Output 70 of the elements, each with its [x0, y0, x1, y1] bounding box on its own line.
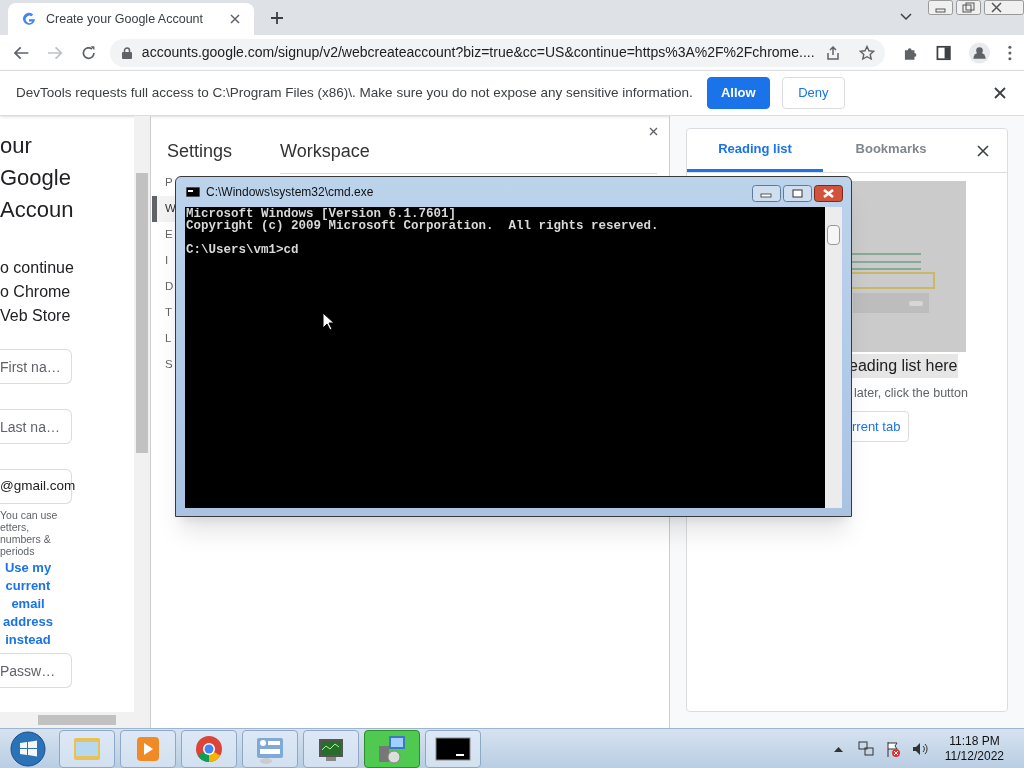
panel-tab[interactable]: Bookmarks: [823, 129, 959, 172]
lock-icon: [121, 46, 132, 59]
reload-icon[interactable]: [80, 44, 96, 61]
nav-item[interactable]: P: [152, 170, 173, 196]
maximize-icon[interactable]: [783, 185, 812, 202]
link[interactable]: Use my current email address instead: [0, 559, 56, 649]
allow-button[interactable]: Allow: [706, 77, 770, 109]
close-icon[interactable]: [230, 14, 240, 24]
heading-text: our: [0, 132, 33, 160]
nav-item[interactable]: W: [152, 196, 176, 222]
chevron-up-icon[interactable]: [833, 745, 843, 752]
tab-title: Create your Google Account: [46, 10, 205, 28]
console-icon: [186, 187, 200, 197]
scrollbar-thumb[interactable]: [827, 225, 840, 245]
google-g-icon: [22, 12, 36, 26]
empty-text: later, click the button: [854, 385, 968, 402]
panel-tab[interactable]: Reading list: [687, 129, 823, 172]
nav-item[interactable]: T: [152, 300, 173, 326]
nav-item[interactable]: D: [152, 274, 174, 300]
terminal-line: Copyright (c) 2009 Microsoft Corporation. All rights reserved.: [186, 220, 660, 232]
flag-icon[interactable]: [884, 740, 901, 757]
star-icon[interactable]: [858, 44, 875, 61]
url-text: accounts.google.com/signup/v2/webcreateaccount?biz=true&cc=US&continue=https%3A%2F%2Fchrome....: [141, 43, 815, 62]
input-field[interactable]: Last na…: [0, 409, 72, 444]
share-icon[interactable]: [824, 44, 841, 61]
close-icon[interactable]: [994, 87, 1006, 99]
subtitle-text: Veb Store: [0, 306, 72, 326]
nav-item[interactable]: I: [152, 248, 169, 274]
nav-item[interactable]: E: [152, 222, 173, 248]
terminal-line: Microsoft Windows [Version 6.1.7601]: [186, 208, 457, 220]
infobar-message: DevTools requests full access to C:\Program Files (x86)\. Make sure you do not expose any sensitive information.: [16, 83, 693, 102]
address-bar[interactable]: accounts.google.com/signup/v2/webcreateaccount?biz=true&cc=US&continue=https%3A%2F%2Fchrome....: [109, 38, 885, 67]
minimize-icon[interactable]: [752, 185, 781, 202]
back-arrow-icon[interactable]: [14, 45, 30, 60]
taskbar-app-button[interactable]: [303, 729, 359, 768]
close-icon[interactable]: [814, 185, 843, 202]
new-tab-icon[interactable]: [270, 11, 284, 25]
close-icon[interactable]: [649, 127, 658, 136]
input-field[interactable]: Passw…: [0, 653, 72, 688]
section-title: Workspace: [280, 140, 370, 163]
browser-tab[interactable]: Create your Google Account: [8, 3, 254, 35]
heading-text: Accoun: [0, 196, 75, 224]
empty-title: eading list here: [849, 354, 958, 378]
scrollbar-thumb[interactable]: [38, 715, 116, 725]
nav-item[interactable]: S: [152, 352, 173, 378]
network-icon[interactable]: [857, 740, 874, 757]
window-title: C:\Windows\system32\cmd.exe: [206, 184, 375, 201]
deny-button[interactable]: Deny: [781, 77, 845, 109]
taskbar-app-button[interactable]: [425, 729, 481, 768]
profile-icon[interactable]: [969, 41, 991, 64]
start-orb-icon[interactable]: [8, 729, 48, 768]
side-panel-icon[interactable]: [935, 44, 952, 61]
heading-text: Google: [0, 164, 72, 192]
clock-date: 11/12/2022: [944, 748, 1004, 764]
scrollbar-thumb[interactable]: [136, 173, 148, 453]
menu-icon[interactable]: [1008, 44, 1012, 61]
restore-icon[interactable]: [956, 0, 981, 15]
subtitle-text: o Chrome: [0, 282, 72, 302]
close-icon[interactable]: [984, 0, 1024, 15]
cursor-icon: [322, 312, 334, 331]
nav-item[interactable]: L: [152, 326, 172, 352]
clock[interactable]: 11:18 PM 11/12/2022: [944, 733, 1004, 764]
terminal-line: C:\Users\vm1>cd: [186, 244, 300, 256]
settings-title: Settings: [167, 140, 234, 163]
subtitle-text: o continue: [0, 258, 75, 278]
input-field[interactable]: First na…: [0, 349, 72, 384]
clock-time: 11:18 PM: [949, 733, 1000, 749]
close-icon[interactable]: [977, 144, 989, 157]
chevron-down-icon[interactable]: [900, 13, 912, 21]
helper-text: You can use etters, numbers & periods: [0, 509, 59, 557]
